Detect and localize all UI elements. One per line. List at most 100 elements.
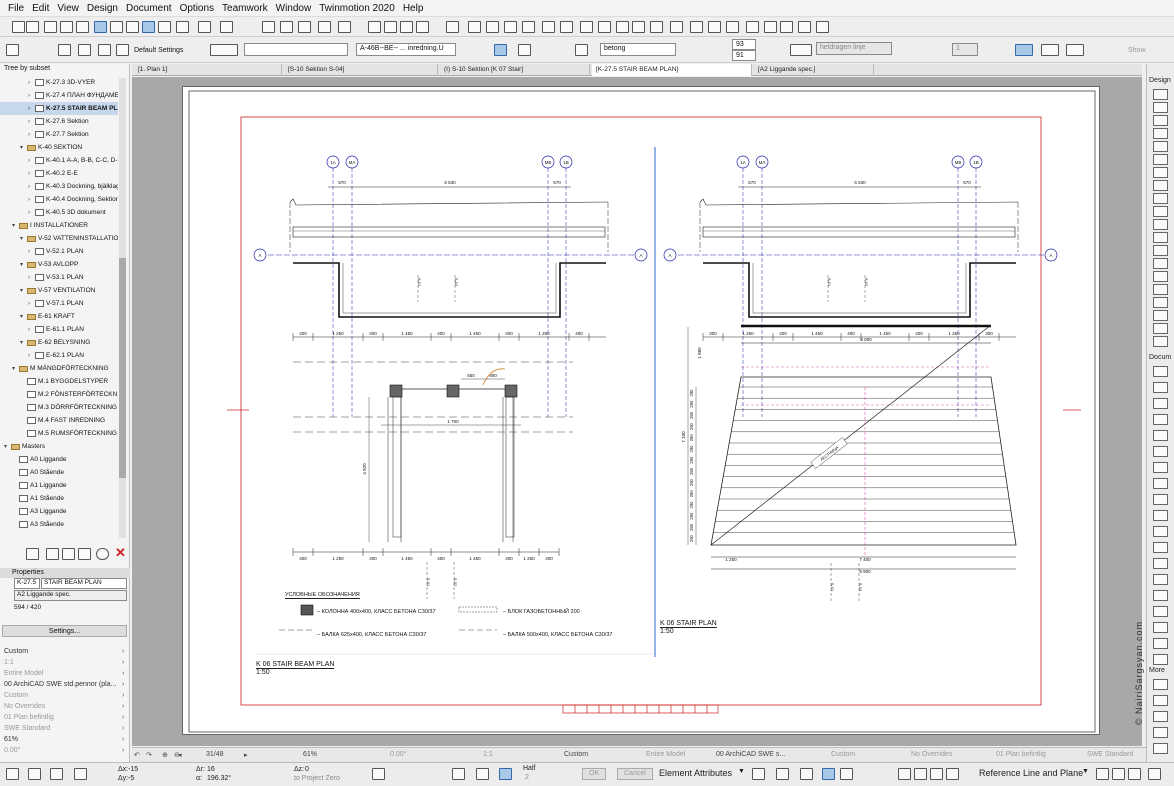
settings-icon[interactable]	[1148, 768, 1161, 780]
toolbox-tool-icon-33[interactable]	[1153, 574, 1168, 585]
toolbar-icon-33[interactable]	[650, 21, 663, 33]
expand-arrow-icon[interactable]: ▾	[20, 287, 27, 294]
toolbox-tool-icon-0[interactable]	[1153, 89, 1168, 100]
toolbox-tool-icon-17[interactable]	[1153, 310, 1168, 321]
grid-icon[interactable]	[840, 768, 853, 780]
undo-icon[interactable]: ↶	[134, 751, 140, 759]
navigator-item[interactable]: › K-40.4 Dockning, Sektion	[0, 193, 118, 206]
property-row[interactable]: Entire Model ›	[4, 670, 130, 677]
property-row[interactable]: SWE Standard ›	[4, 725, 130, 732]
menu-item-5[interactable]: Options	[176, 3, 218, 14]
toolbox-tool-icon-38[interactable]	[1153, 654, 1168, 665]
property-row[interactable]: 1:1 ›	[4, 659, 130, 666]
redo-icon[interactable]: ↷	[146, 751, 152, 759]
toolbox-tool-icon-30[interactable]	[1153, 526, 1168, 537]
property-row[interactable]: 61% ›	[4, 736, 130, 743]
expand-arrow-icon[interactable]: ▾	[20, 144, 27, 151]
navigator-title[interactable]: Tree by subset	[4, 65, 50, 72]
zoom-level[interactable]: 61%	[303, 751, 317, 758]
toolbar-icon-16[interactable]	[318, 21, 331, 33]
relative-construction-icon[interactable]	[74, 768, 87, 780]
menu-item-9[interactable]: Help	[399, 3, 428, 14]
hatch-icon[interactable]	[1015, 44, 1033, 56]
menu-item-1[interactable]: Edit	[28, 3, 53, 14]
toolbox-tool-icon-21[interactable]	[1153, 382, 1168, 393]
geometry-method-3-icon[interactable]	[98, 44, 111, 56]
toolbar-icon-26[interactable]	[522, 21, 535, 33]
menu-item-0[interactable]: File	[4, 3, 28, 14]
half-value[interactable]: 2	[525, 774, 529, 781]
default-settings-label[interactable]: Default Settings	[134, 47, 183, 54]
expand-arrow-icon[interactable]: ›	[28, 353, 35, 359]
toolbox-tool-icon-40[interactable]	[1153, 695, 1168, 706]
toolbar-icon-6[interactable]	[110, 21, 123, 33]
line-style-icon[interactable]	[210, 44, 238, 56]
menu-item-6[interactable]: Teamwork	[218, 3, 272, 14]
expand-arrow-icon[interactable]: ▾	[12, 365, 19, 372]
surface-icon[interactable]	[575, 44, 588, 56]
zoom-in-icon[interactable]: ⊕	[162, 751, 168, 759]
toolbox-tool-icon-34[interactable]	[1153, 590, 1168, 601]
trace-icon[interactable]	[372, 768, 385, 780]
navigator-scrollbar[interactable]	[119, 78, 126, 538]
navigator-item[interactable]: M.5 RUMSFÖRTECKNING	[0, 427, 118, 440]
navigator-item[interactable]: › K-27.6 Sektion	[0, 115, 118, 128]
toolbar-icon-31[interactable]	[616, 21, 629, 33]
align-3-icon[interactable]	[1128, 768, 1141, 780]
menu-item-7[interactable]: Window	[272, 3, 316, 14]
toolbar-icon-17[interactable]	[338, 21, 351, 33]
a-value[interactable]: 196.32°	[207, 775, 231, 782]
navigator-item[interactable]: M.2 FÖNSTERFÖRTECKNING	[0, 388, 118, 401]
toolbar-icon-27[interactable]	[542, 21, 555, 33]
toolbox-tool-icon-41[interactable]	[1153, 711, 1168, 722]
align-2-icon[interactable]	[1112, 768, 1125, 780]
navigator-item[interactable]: ▾ V-52 VATTENINSTALLATION	[0, 232, 118, 245]
toolbox-tool-icon-28[interactable]	[1153, 494, 1168, 505]
arrow-tool-icon[interactable]	[6, 44, 19, 56]
navigator-item[interactable]: M.4 FAST INREDNING	[0, 414, 118, 427]
toolbox-tool-icon-43[interactable]	[1153, 743, 1168, 754]
navigator-item[interactable]: › K-40.2 E-E	[0, 167, 118, 180]
menu-item-4[interactable]: Document	[122, 3, 176, 14]
toolbox-tool-icon-42[interactable]	[1153, 727, 1168, 738]
delete-icon[interactable]: ✕	[115, 545, 126, 561]
navigator-item[interactable]: › K-27.5 STAIR BEAM PLAN	[0, 102, 118, 115]
toolbar-icon-32[interactable]	[632, 21, 645, 33]
navigator-item[interactable]: ▾ V-53 AVLOPP	[0, 258, 118, 271]
toolbox-tool-icon-9[interactable]	[1153, 206, 1168, 217]
fill-pattern-icon[interactable]	[494, 44, 507, 56]
toolbox-tool-icon-3[interactable]	[1153, 128, 1168, 139]
half-label[interactable]: Half	[523, 765, 535, 772]
refresh-icon[interactable]	[96, 548, 109, 560]
structure-display[interactable]: Entire Model	[646, 751, 685, 758]
navigator-item[interactable]: ▾ K-40 SEKTION	[0, 141, 118, 154]
toolbox-tool-icon-18[interactable]	[1153, 323, 1168, 334]
hatch-3-icon[interactable]	[1066, 44, 1084, 56]
toolbar-icon-2[interactable]	[44, 21, 57, 33]
next-page-icon[interactable]: ▸	[244, 751, 248, 759]
angle-input-2[interactable]: 91	[732, 50, 756, 61]
snap-icon[interactable]	[6, 768, 19, 780]
navigator-item[interactable]: › V-57.1 PLAN	[0, 297, 118, 310]
toolbox-tool-icon-37[interactable]	[1153, 638, 1168, 649]
tab-4[interactable]: [A2 Liggande spec.]	[754, 64, 874, 76]
new-subset-icon[interactable]	[46, 548, 59, 560]
toolbox-tool-icon-25[interactable]	[1153, 446, 1168, 457]
fill-icon[interactable]	[822, 768, 835, 780]
pen-input[interactable]: 1	[952, 43, 978, 56]
fill-select[interactable]: betong	[600, 43, 676, 56]
settings-button[interactable]: Settings...	[2, 625, 127, 637]
toolbar-icon-11[interactable]	[198, 21, 211, 33]
expand-arrow-icon[interactable]: ›	[28, 275, 35, 281]
expand-arrow-icon[interactable]: ›	[28, 184, 35, 190]
navigator-item[interactable]: A0 Liggande	[0, 453, 118, 466]
geometry-method-2-icon[interactable]	[78, 44, 91, 56]
page-number[interactable]: 31/48	[206, 751, 224, 758]
toolbox-tool-icon-13[interactable]	[1153, 258, 1168, 269]
toolbar-icon-39[interactable]	[764, 21, 777, 33]
dy-value[interactable]: -5	[128, 775, 134, 782]
line-type-icon[interactable]	[790, 44, 812, 56]
navigator-item[interactable]: A1 Liggande	[0, 479, 118, 492]
toolbar-icon-5[interactable]	[94, 21, 107, 33]
navigator-item[interactable]: A3 Liggande	[0, 505, 118, 518]
